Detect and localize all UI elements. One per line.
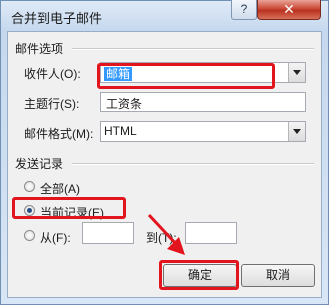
group-divider: [72, 163, 314, 165]
group-divider: [72, 48, 314, 50]
format-select[interactable]: HTML: [100, 121, 306, 142]
close-button[interactable]: ✕: [257, 0, 321, 20]
format-label: 邮件格式(M):: [24, 127, 94, 141]
subject-value: 工资条: [106, 97, 143, 111]
merge-to-email-dialog: 合并到电子邮件 ? ✕ 邮件选项 收件人(O): 邮箱 主题行(S): 工资条 …: [0, 0, 329, 305]
radio-circle[interactable]: [24, 230, 35, 241]
cancel-button[interactable]: 取消: [241, 264, 315, 287]
format-value: HTML: [104, 124, 137, 138]
radio-from-label: 从(F):: [40, 231, 71, 245]
radio-circle[interactable]: [24, 181, 35, 192]
mail-options-group-label: 邮件选项: [15, 42, 64, 56]
title-bar[interactable]: 合并到电子邮件 ? ✕: [1, 0, 328, 31]
chevron-down-icon[interactable]: [288, 122, 305, 141]
highlight-ok-button: [159, 260, 239, 290]
subject-label: 主题行(S):: [24, 97, 80, 111]
recipient-label: 收件人(O):: [24, 67, 81, 81]
subject-input[interactable]: 工资条: [100, 92, 306, 112]
highlight-recipient: [97, 63, 275, 89]
radio-all-label: 全部(A): [40, 182, 80, 196]
dialog-title: 合并到电子邮件: [11, 11, 103, 26]
annotation-arrow-icon: [147, 213, 185, 255]
highlight-current-record: [12, 197, 126, 219]
from-record-input[interactable]: [82, 222, 134, 244]
send-records-group-label: 发送记录: [15, 157, 64, 171]
help-button[interactable]: ?: [231, 0, 257, 20]
chevron-down-icon[interactable]: [288, 63, 305, 82]
